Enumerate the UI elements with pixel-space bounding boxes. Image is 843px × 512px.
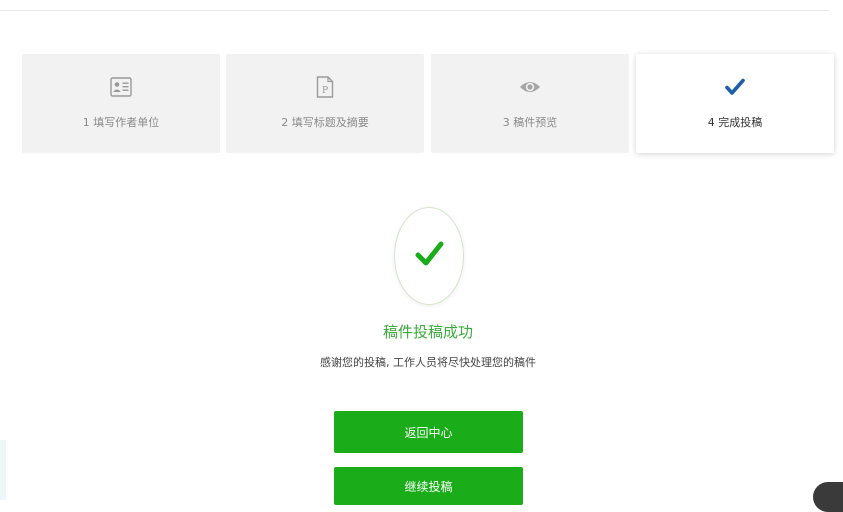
checkmark-icon bbox=[725, 76, 745, 98]
step-label: 2 填写标题及摘要 bbox=[281, 116, 369, 129]
step-author-unit[interactable]: 1 填写作者单位 bbox=[22, 54, 220, 153]
top-divider bbox=[0, 10, 829, 11]
step-title-abstract[interactable]: P 2 填写标题及摘要 bbox=[226, 54, 424, 153]
floating-widget-button[interactable] bbox=[813, 482, 843, 512]
return-center-button[interactable]: 返回中心 bbox=[334, 411, 523, 453]
success-message: 感谢您的投稿, 工作人员将尽快处理您的稿件 bbox=[320, 356, 536, 369]
contact-card-icon bbox=[110, 76, 132, 98]
success-check-icon bbox=[414, 239, 444, 273]
eye-icon bbox=[519, 76, 541, 98]
submission-steps: 1 填写作者单位 P 2 填写标题及摘要 3 稿件预览 4 完成投稿 bbox=[22, 54, 834, 153]
side-edge-handle bbox=[0, 440, 6, 500]
step-label: 1 填写作者单位 bbox=[82, 116, 160, 129]
step-label: 3 稿件预览 bbox=[502, 116, 558, 129]
document-p-icon: P bbox=[316, 76, 334, 98]
step-complete[interactable]: 4 完成投稿 bbox=[636, 54, 834, 153]
step-label: 4 完成投稿 bbox=[707, 116, 763, 129]
success-title: 稿件投稿成功 bbox=[382, 323, 473, 341]
continue-submission-button[interactable]: 继续投稿 bbox=[334, 467, 523, 505]
step-preview[interactable]: 3 稿件预览 bbox=[431, 54, 629, 153]
svg-text:P: P bbox=[322, 86, 328, 96]
success-badge bbox=[394, 207, 464, 305]
